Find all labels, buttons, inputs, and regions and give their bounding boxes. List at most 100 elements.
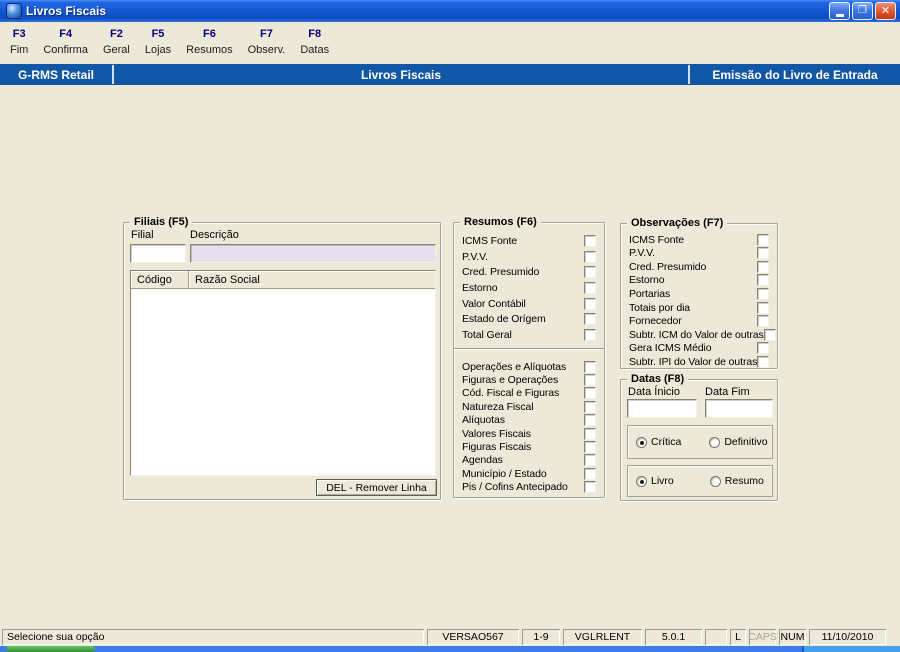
app-window: Livros Fiscais ❐ ✕ F3 Fim F4 Confirma F2… xyxy=(0,0,900,652)
checkbox-row: Natureza Fiscal xyxy=(454,400,604,413)
fkey-action: Observ. xyxy=(247,44,286,56)
checkbox[interactable] xyxy=(757,260,769,273)
checkbox[interactable] xyxy=(584,414,596,427)
toolbar-item-f6-resumos[interactable]: F6 Resumos xyxy=(186,28,232,57)
checkbox-row: Cred. Presumido xyxy=(454,264,604,280)
close-button[interactable]: ✕ xyxy=(875,2,896,20)
start-button-edge[interactable] xyxy=(7,646,95,652)
filiais-groupbox: Filiais (F5) Filial Descrição Código Raz… xyxy=(123,215,441,500)
filiais-table[interactable]: Código Razão Social xyxy=(130,270,436,476)
toolbar-item-f8-datas[interactable]: F8 Datas xyxy=(300,28,329,57)
fkey-action: Lojas xyxy=(144,44,172,56)
header-brand: G-RMS Retail xyxy=(17,67,94,82)
fkey-label: F7 xyxy=(260,28,273,40)
checkbox[interactable] xyxy=(757,315,769,328)
checkbox[interactable] xyxy=(584,467,596,480)
status-num-indicator: NUM xyxy=(779,629,806,645)
header-module-title: Livros Fiscais xyxy=(360,67,442,82)
filial-input[interactable] xyxy=(130,244,186,263)
fkey-label: F3 xyxy=(12,28,26,40)
checkbox[interactable] xyxy=(584,266,596,279)
checkbox-row: Cód. Fiscal e Figuras xyxy=(454,387,604,400)
checkbox-label: Pis / Cofins Antecipado xyxy=(462,481,568,494)
checkbox[interactable] xyxy=(584,387,596,400)
checkbox-label: Valores Fiscais xyxy=(462,427,531,440)
radio-option-resumo[interactable]: Resumo xyxy=(709,475,764,487)
checkbox[interactable] xyxy=(584,313,596,326)
checkbox-row: Figuras Fiscais xyxy=(454,440,604,454)
remove-line-button[interactable]: DEL - Remover Linha xyxy=(316,479,437,496)
checkbox[interactable] xyxy=(584,481,596,494)
observacoes-checkbox-list: ICMS Fonte P.V.V. Cred. Presumido Estorno Po… xyxy=(621,233,777,368)
checkbox[interactable] xyxy=(584,281,596,294)
checkbox[interactable] xyxy=(757,301,769,314)
resumos-divider xyxy=(454,348,604,350)
toolbar-item-f3-fim[interactable]: F3 Fim xyxy=(10,28,28,57)
data-inicio-input[interactable] xyxy=(627,399,697,418)
checkbox-label: Subtr. ICM do Valor de outras xyxy=(629,328,764,341)
checkbox-label: Operações e Alíquotas xyxy=(462,360,567,373)
checkbox[interactable] xyxy=(757,247,769,260)
system-tray-edge[interactable] xyxy=(802,646,900,652)
checkbox[interactable] xyxy=(584,250,596,263)
checkbox-label: Figuras Fiscais xyxy=(462,441,532,454)
radio-label: Definitivo xyxy=(724,436,768,448)
column-header-razao-social[interactable]: Razão Social xyxy=(189,271,435,288)
toolbar-item-f7-observ[interactable]: F7 Observ. xyxy=(248,28,286,57)
checkbox-label: Estorno xyxy=(629,274,665,287)
radio-option-definitivo[interactable]: Definitivo xyxy=(709,436,768,448)
checkbox[interactable] xyxy=(757,355,770,368)
checkbox-label: Gera ICMS Médio xyxy=(629,342,712,355)
checkbox[interactable] xyxy=(763,328,776,341)
checkbox[interactable] xyxy=(757,342,769,355)
status-program: VGLRLENT xyxy=(563,629,642,645)
checkbox-label: Município / Estado xyxy=(462,467,547,480)
minimize-button[interactable] xyxy=(829,2,850,20)
checkbox-label: Agendas xyxy=(462,454,503,467)
taskbar-edge[interactable] xyxy=(0,646,900,652)
radio-option-livro[interactable]: Livro xyxy=(636,475,674,487)
column-header-codigo[interactable]: Código xyxy=(131,271,189,288)
checkbox[interactable] xyxy=(584,427,596,440)
titlebar[interactable]: Livros Fiscais ❐ ✕ xyxy=(0,0,900,22)
radio-icon xyxy=(709,436,721,448)
checkbox[interactable] xyxy=(584,374,596,387)
filial-label: Filial xyxy=(131,229,154,241)
checkbox-label: Cred. Presumido xyxy=(629,260,707,273)
checkbox[interactable] xyxy=(584,360,596,373)
checkbox-label: P.V.V. xyxy=(629,247,655,260)
checkbox[interactable] xyxy=(584,454,596,467)
data-fim-input[interactable] xyxy=(705,399,773,418)
checkbox[interactable] xyxy=(584,234,596,247)
checkbox[interactable] xyxy=(757,287,769,300)
checkbox[interactable] xyxy=(584,328,596,341)
restore-icon: ❐ xyxy=(858,4,867,16)
data-fim-label: Data Fim xyxy=(705,386,750,398)
checkbox[interactable] xyxy=(757,233,769,246)
filiais-table-header: Código Razão Social xyxy=(131,271,435,289)
data-inicio-label: Data Ínicio xyxy=(628,386,680,398)
checkbox[interactable] xyxy=(584,400,596,413)
minimize-icon xyxy=(835,14,844,17)
toolbar-item-f2-geral[interactable]: F2 Geral xyxy=(103,28,130,57)
toolbar-item-f5-lojas[interactable]: F5 Lojas xyxy=(145,28,171,57)
close-icon: ✕ xyxy=(880,4,891,17)
checkbox-row: Valor Contábil xyxy=(454,296,604,312)
radio-icon xyxy=(636,475,647,487)
datas-groupbox: Datas (F8) Data Ínicio Data Fim Crítica … xyxy=(620,372,778,501)
toolbar-item-f4-confirma[interactable]: F4 Confirma xyxy=(43,28,88,57)
fkey-label: F2 xyxy=(109,28,123,40)
checkbox[interactable] xyxy=(584,441,596,454)
radio-icon xyxy=(636,436,647,448)
checkbox[interactable] xyxy=(757,274,769,287)
restore-button[interactable]: ❐ xyxy=(852,2,873,20)
fkey-action: Resumos xyxy=(186,44,233,56)
window-controls: ❐ ✕ xyxy=(829,2,896,20)
filiais-group-title: Filiais (F5) xyxy=(130,215,193,229)
radio-option-critica[interactable]: Crítica xyxy=(636,436,681,448)
checkbox-label: Total Geral xyxy=(462,328,512,341)
livro-resumo-group: Livro Resumo xyxy=(627,465,773,497)
fkey-label: F6 xyxy=(202,28,216,40)
window-title: Livros Fiscais xyxy=(26,4,107,18)
checkbox[interactable] xyxy=(584,297,596,310)
